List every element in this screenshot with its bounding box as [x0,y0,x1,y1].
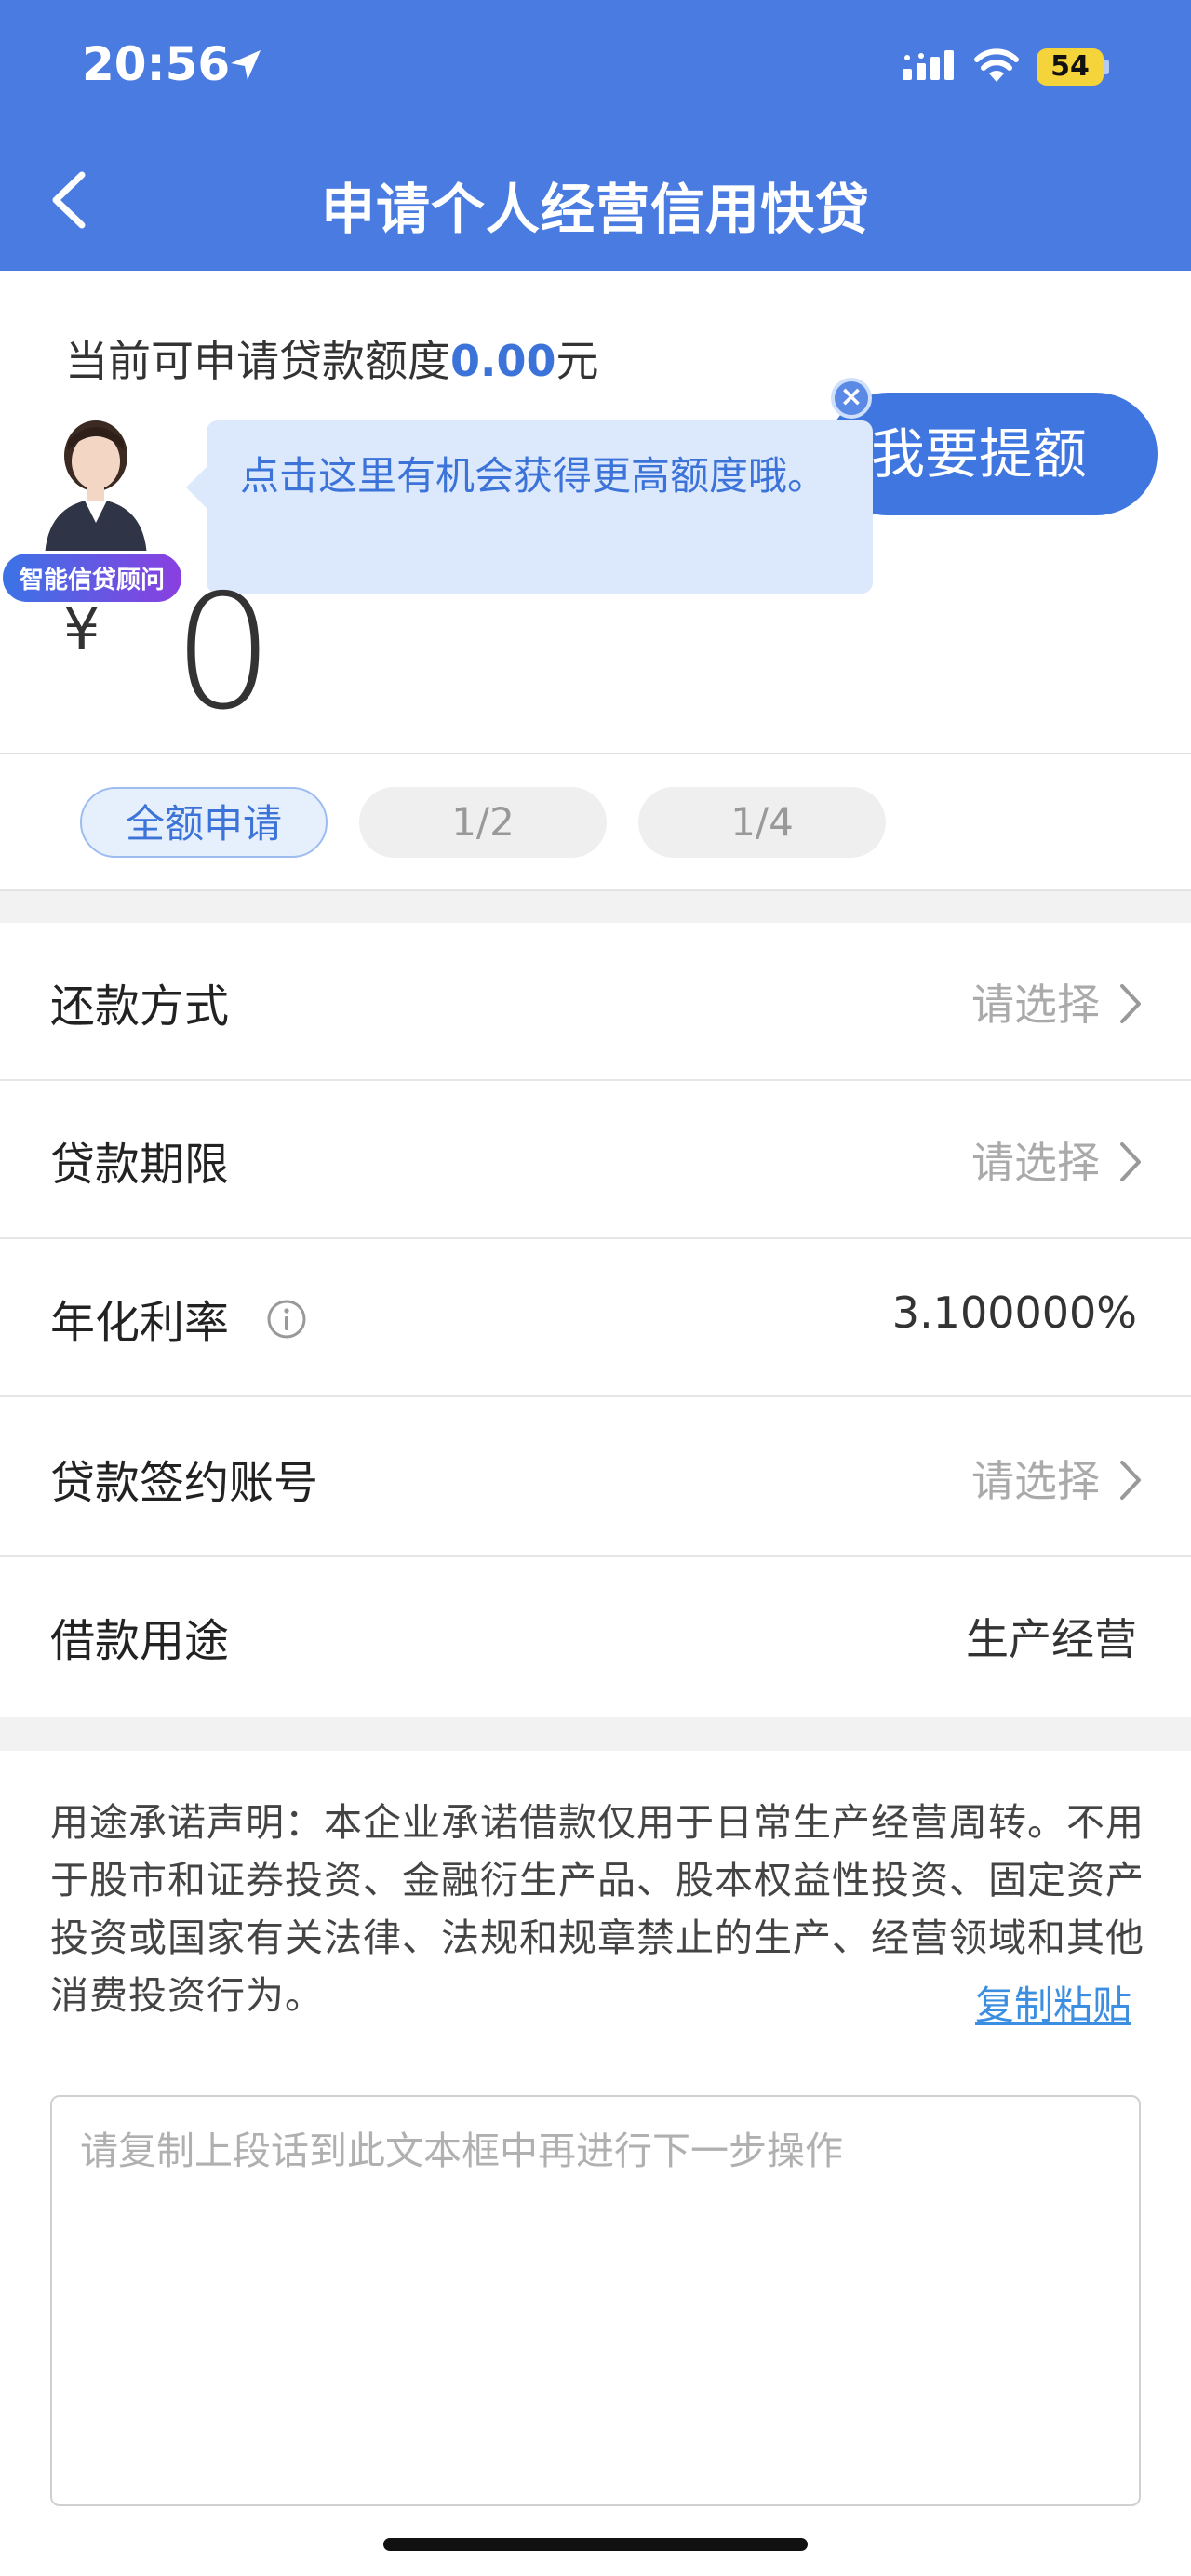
battery-level: 54 [1037,48,1104,86]
loan-purpose-row: 借款用途 生产经营 [0,1557,1191,1717]
signal-icon [903,50,954,80]
info-icon[interactable] [266,1299,307,1340]
battery-tip [1104,60,1109,74]
annual-rate-value: 3.100000% [891,1288,1137,1338]
battery-icon: 54 [1037,48,1109,86]
location-arrow-icon [231,50,261,80]
loan-term-value: 请选择 [971,1138,1100,1188]
available-quota-text: 当前可申请贷款额度0.00元 [65,327,599,389]
tip-bubble[interactable]: 点击这里有机会获得更高额度哦。 [207,420,873,594]
page-title: 申请个人经营信用快贷 [320,178,870,241]
raise-limit-button[interactable]: 我要提额 [826,393,1158,515]
chevron-right-icon [1120,1461,1141,1500]
home-indicator[interactable] [383,2538,808,2551]
signing-account-label: 贷款签约账号 [50,1457,319,1509]
loan-amount-input[interactable]: 0 [173,569,274,737]
loan-purpose-label: 借款用途 [50,1615,230,1667]
advisor-avatar[interactable] [26,400,166,558]
ratio-chip-half[interactable]: 1/2 [359,787,607,858]
ratio-chip-quarter[interactable]: 1/4 [638,787,886,858]
declaration-input[interactable] [50,2095,1141,2506]
repayment-method-value: 请选择 [971,980,1100,1030]
status-time: 20:56 [82,37,231,91]
ratio-chip-full[interactable]: 全额申请 [80,787,328,858]
chevron-right-icon [1120,1142,1141,1181]
section-gap [0,889,1191,923]
wifi-icon [974,48,1019,82]
available-quota-prefix: 当前可申请贷款额度 [65,336,450,386]
chevron-right-icon [1120,984,1141,1023]
close-icon[interactable]: × [831,378,872,419]
available-quota-amount: 0.00 [450,336,556,386]
tip-bubble-arrow [186,465,208,510]
available-quota-suffix: 元 [555,336,599,386]
signing-account-value: 请选择 [971,1456,1100,1506]
divider [0,753,1191,754]
annual-rate-label: 年化利率 [50,1297,230,1349]
loan-purpose-value: 生产经营 [966,1614,1137,1664]
repayment-method-label: 还款方式 [50,981,230,1033]
repayment-method-row[interactable]: 还款方式 请选择 [0,923,1191,1081]
currency-sign: ¥ [63,595,100,663]
copy-paste-link[interactable]: 复制粘贴 [975,1974,1131,2031]
loan-term-row[interactable]: 贷款期限 请选择 [0,1081,1191,1239]
signing-account-row[interactable]: 贷款签约账号 请选择 [0,1399,1191,1557]
annual-rate-row: 年化利率 3.100000% [0,1239,1191,1397]
app-header: 20:56 54 申请个人经营信用快贷 [0,0,1191,271]
section-gap [0,1717,1191,1751]
loan-term-label: 贷款期限 [50,1139,230,1191]
